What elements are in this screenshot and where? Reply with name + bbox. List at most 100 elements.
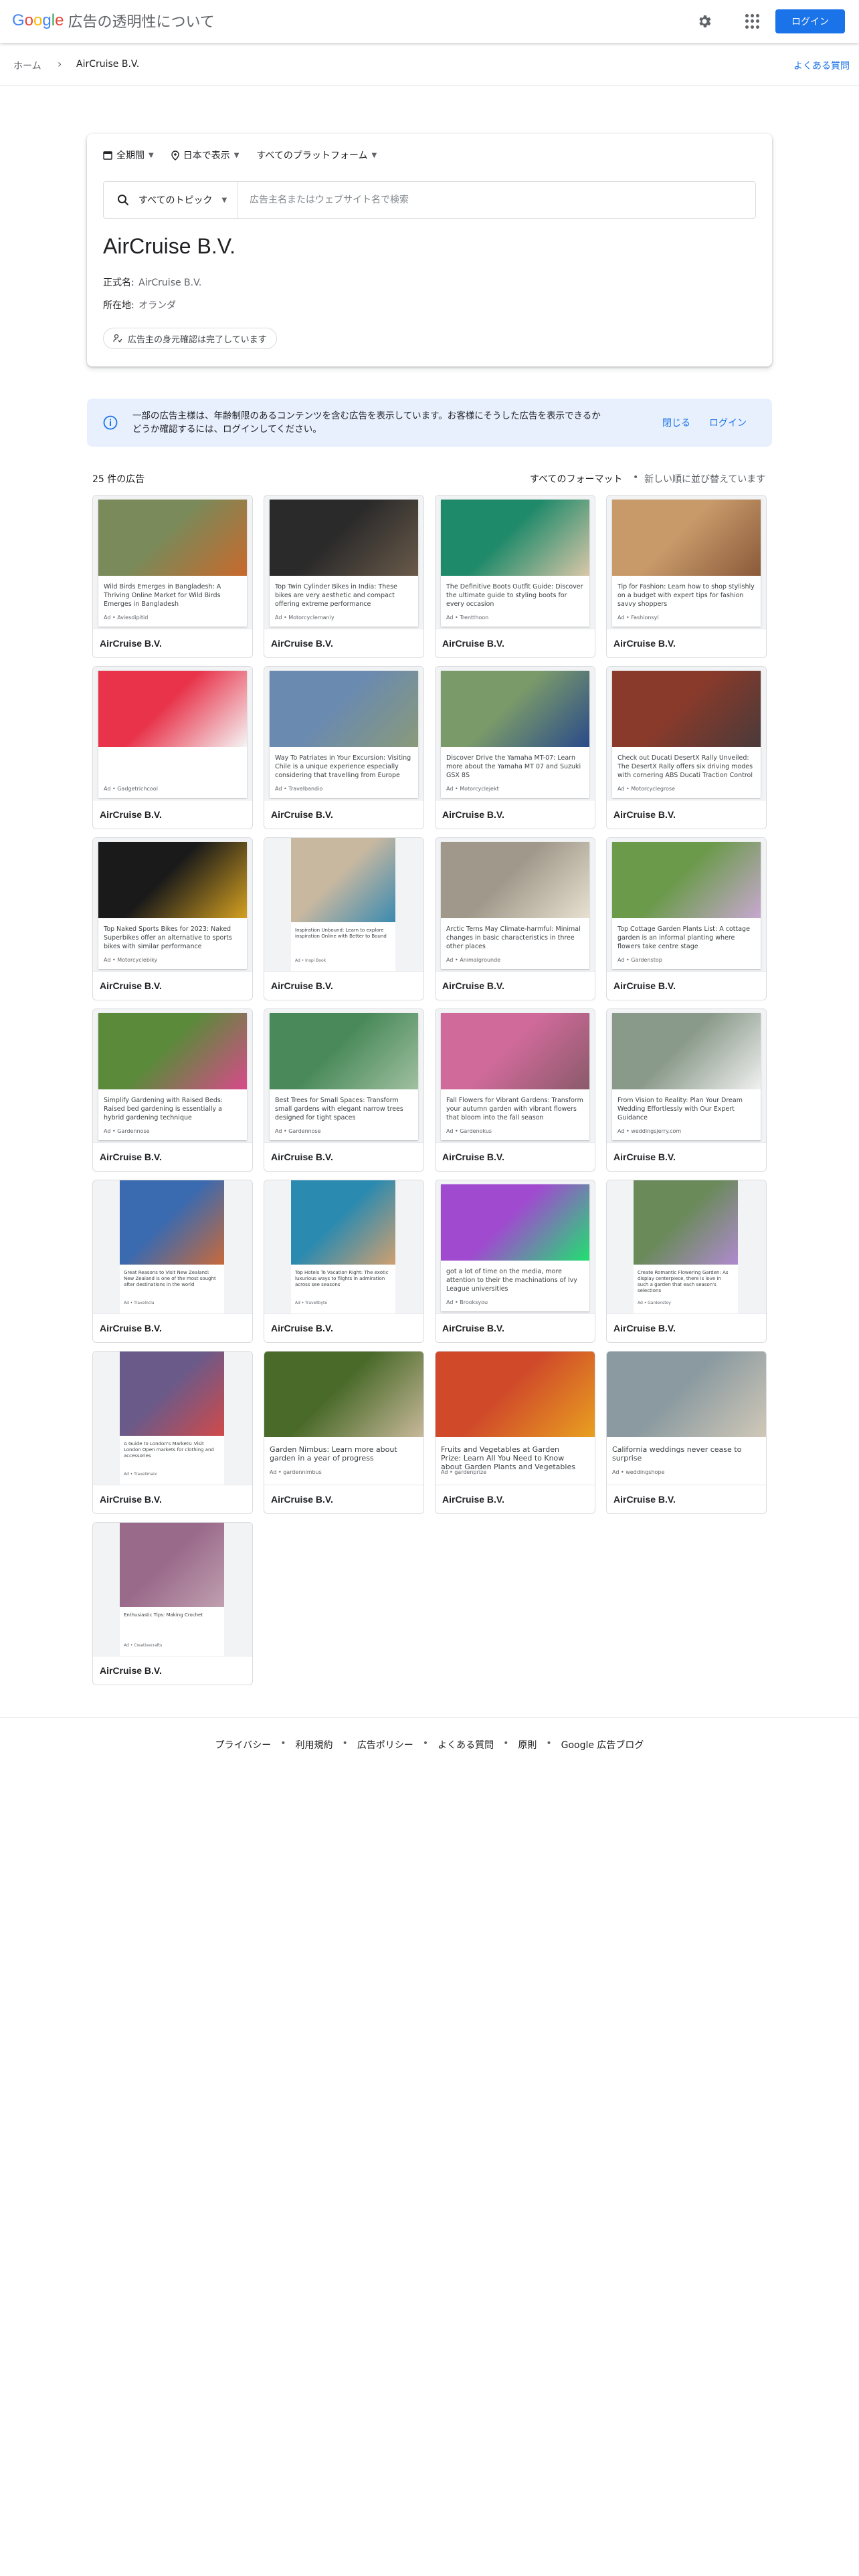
ad-preview: Top Naked Sports Bikes for 2023: Naked S… [93,838,252,972]
ad-image [98,671,247,747]
filter-row: 全期間 ▼ 日本で表示 ▼ すべてのプラットフォーム ▼ [103,148,377,162]
ad-card[interactable]: A Guide to London's Markets: Visit Londo… [92,1351,253,1514]
ad-card[interactable]: Wild Birds Emerges in Bangladesh: A Thri… [92,495,253,658]
caret-down-icon: ▼ [221,196,227,204]
ad-advertiser-name: AirCruise B.V. [442,809,504,820]
ad-source: Ad • Motorcyclebiky [104,957,158,963]
ad-text: Best Trees for Small Spaces: Transform s… [275,1097,403,1121]
ad-card[interactable]: From Vision to Reality: Plan Your Dream … [606,1008,767,1172]
ad-image [436,1352,595,1437]
ad-image [98,842,247,918]
footer-link[interactable]: プライバシー [215,1738,272,1751]
ad-card[interactable]: Simplify Gardening with Raised Beds: Rai… [92,1008,253,1172]
ad-card[interactable]: Fall Flowers for Vibrant Gardens: Transf… [435,1008,595,1172]
logo-letter: e [55,11,64,29]
location-value: オランダ [138,300,177,311]
ad-card[interactable]: The Definitive Boots Outfit Guide: Disco… [435,495,595,658]
ad-image [634,1180,738,1265]
footer-link[interactable]: 利用規約 [296,1738,333,1751]
verified-user-icon [113,334,122,343]
ad-card[interactable]: California weddings never cease to surpr… [606,1351,767,1514]
ad-source: Ad • Fashionsyl [617,615,659,621]
ad-source: Ad • Aviesdipitid [104,615,149,621]
ad-advertiser-name: AirCruise B.V. [100,809,162,820]
ad-card[interactable]: Ad • Gadgetrichcool AirCruise B.V. [92,666,253,829]
apps-grid-icon[interactable] [745,14,760,29]
ad-text: Enthusiastic Tips: Making Crochet [124,1612,203,1618]
footer-link[interactable]: よくある質問 [438,1738,494,1751]
ad-preview: Best Trees for Small Spaces: Transform s… [264,1009,423,1143]
footer-link[interactable]: Google 広告ブログ [561,1738,644,1751]
ad-text: Fall Flowers for Vibrant Gardens: Transf… [446,1097,583,1121]
ad-source: Ad • gardennimbus [270,1469,322,1475]
ad-card[interactable]: Way To Patriates in Your Excursion: Visi… [264,666,424,829]
breadcrumb-home-link[interactable]: ホーム [13,59,41,72]
ad-advertiser-name: AirCruise B.V. [100,1152,162,1162]
ad-advertiser-name: AirCruise B.V. [442,638,504,649]
calendar-icon [103,151,112,160]
ad-creative: Enthusiastic Tips: Making Crochet Ad • Cr… [120,1523,224,1656]
ad-card[interactable]: Top Naked Sports Bikes for 2023: Naked S… [92,837,253,1000]
ad-card[interactable]: Garden Nimbus: Learn more about garden i… [264,1351,424,1514]
ad-card[interactable]: Great Reasons to Visit New Zealand: New … [92,1180,253,1343]
ad-card[interactable]: Fruits and Vegetables at Garden Prize: L… [435,1351,595,1514]
caret-down-icon: ▼ [371,151,377,159]
ad-image [607,1352,766,1437]
settings-gear-icon[interactable] [696,13,712,29]
caret-down-icon: ▼ [149,151,154,159]
period-filter[interactable]: 全期間 ▼ [103,148,154,162]
ad-creative: Top Hotels To Vacation Right: The exotic… [291,1180,395,1313]
advertiser-card: 全期間 ▼ 日本で表示 ▼ すべてのプラットフォーム ▼ すべてのトピック ▼ … [87,134,772,366]
ad-preview: Create Romantic Flowering Garden: As dis… [607,1180,766,1314]
google-wordmark: Google [12,11,64,30]
page-title: 広告の透明性について [68,13,215,30]
ad-image [612,842,761,918]
ad-creative: Simplify Gardening with Raised Beds: Rai… [98,1013,247,1140]
ad-card[interactable]: Tip for Fashion: Learn how to shop styli… [606,495,767,658]
ad-image [264,1352,423,1437]
ad-card[interactable]: Enthusiastic Tips: Making Crochet Ad • Cr… [92,1522,253,1685]
ad-card[interactable]: Best Trees for Small Spaces: Transform s… [264,1008,424,1172]
ad-source: Ad • Trentthoon [446,615,489,621]
ad-preview: From Vision to Reality: Plan Your Dream … [607,1009,766,1143]
ad-card[interactable]: got a lot of time on the media, more att… [435,1180,595,1343]
ad-preview: Wild Birds Emerges in Bangladesh: A Thri… [93,496,252,629]
banner-close-button[interactable]: 閉じる [662,416,690,429]
topic-dropdown[interactable]: すべてのトピック ▼ [104,182,237,218]
verification-chip[interactable]: 広告主の身元確認は完了しています [103,328,277,349]
region-filter[interactable]: 日本で表示 ▼ [171,148,239,162]
login-button[interactable]: ログイン [775,9,845,33]
ad-card[interactable]: Check out Ducati DesertX Rally Unveiled:… [606,666,767,829]
ad-source: Ad • Gardenstoy [638,1301,671,1305]
ad-card[interactable]: Top Cottage Garden Plants List: A cottag… [606,837,767,1000]
location-row: 所在地: オランダ [103,298,176,312]
footer-link[interactable]: 広告ポリシー [357,1738,413,1751]
ad-text: Create Romantic Flowering Garden: As dis… [638,1270,729,1293]
google-logo[interactable]: Google 広告の透明性について [12,10,215,31]
platform-filter[interactable]: すべてのプラットフォーム ▼ [256,148,377,162]
ad-advertiser-name: AirCruise B.V. [100,1494,162,1505]
format-filter[interactable]: すべてのフォーマット [530,472,622,486]
ad-card[interactable]: Arctic Terns May Climate-harmful: Minima… [435,837,595,1000]
ad-preview: A Guide to London's Markets: Visit Londo… [93,1352,252,1485]
ad-card[interactable]: Inspiration Unbound: Learn to explore in… [264,837,424,1000]
faq-link[interactable]: よくある質問 [793,59,850,72]
ad-creative: Arctic Terns May Climate-harmful: Minima… [441,842,589,969]
ad-preview: Garden Nimbus: Learn more about garden i… [264,1352,423,1485]
banner-login-button[interactable]: ログイン [709,416,747,429]
ad-source: Ad • gardenprize [441,1469,487,1475]
ad-card[interactable]: Top Hotels To Vacation Right: The exotic… [264,1180,424,1343]
ad-card[interactable]: Create Romantic Flowering Garden: As dis… [606,1180,767,1343]
ad-creative: Tip for Fashion: Learn how to shop styli… [612,500,761,627]
top-app-bar: Google 広告の透明性について ログイン [0,0,859,43]
footer-separator: • [342,1738,348,1749]
ad-source: Ad • Motorcyclejekt [446,786,499,792]
ad-card[interactable]: Discover Drive the Yamaha MT-07: Learn m… [435,666,595,829]
ad-advertiser-name: AirCruise B.V. [100,1665,162,1676]
ad-image [120,1523,224,1607]
footer-link[interactable]: 原則 [518,1738,537,1751]
info-icon [103,415,118,430]
search-input[interactable] [250,195,731,205]
ad-advertiser-name: AirCruise B.V. [442,1494,504,1505]
ad-card[interactable]: Top Twin Cylinder Bikes in India: These … [264,495,424,658]
